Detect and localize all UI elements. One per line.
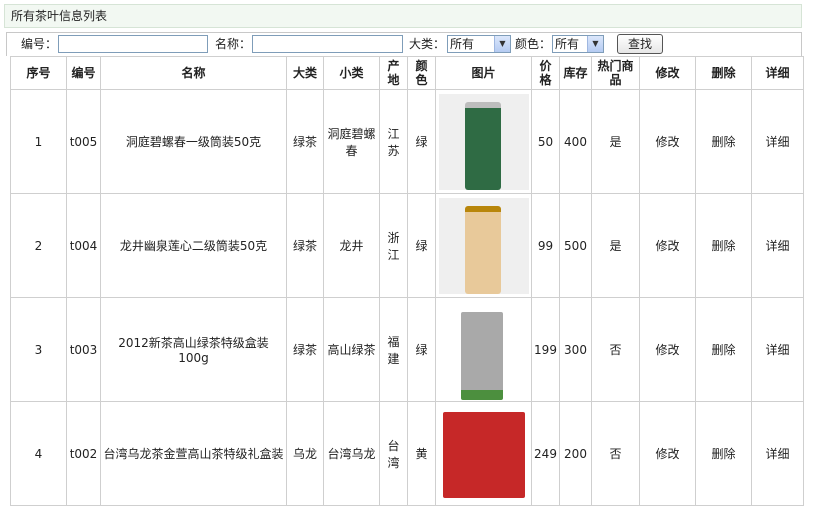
cell-stock: 400 — [559, 89, 592, 194]
table-header-row: 序号 编号 名称 大类 小类 产地 颜色 图片 价格 库存 热门商品 修改 删除… — [10, 56, 804, 90]
name-label: 名称： — [215, 37, 252, 51]
col-hot: 热门商品 — [591, 56, 640, 90]
col-price: 价格 — [531, 56, 560, 90]
chevron-down-icon[interactable]: ▼ — [494, 36, 510, 52]
col-name: 名称 — [100, 56, 287, 90]
cell-hot: 是 — [591, 193, 640, 298]
col-delete: 删除 — [695, 56, 752, 90]
chevron-down-icon[interactable]: ▼ — [587, 36, 603, 52]
tea-box-red-icon — [438, 405, 529, 502]
cell-code: t004 — [66, 193, 101, 298]
cell-subcategory: 高山绿茶 — [323, 297, 380, 402]
cell-category: 绿茶 — [286, 89, 324, 194]
cell-image — [435, 401, 532, 506]
cell-name: 龙井幽泉莲心二级筒装50克 — [100, 193, 287, 298]
cell-origin: 福建 — [379, 297, 408, 402]
cell-subcategory: 龙井 — [323, 193, 380, 298]
tea-can-green-icon — [438, 93, 529, 190]
cell-subcategory: 洞庭碧螺春 — [323, 89, 380, 194]
cell-price: 99 — [531, 193, 560, 298]
cell-name: 洞庭碧螺春一级筒装50克 — [100, 89, 287, 194]
col-category: 大类 — [286, 56, 324, 90]
cell-image — [435, 89, 532, 194]
cell-image — [435, 193, 532, 298]
code-input[interactable] — [58, 35, 208, 53]
detail-link[interactable]: 详细 — [751, 297, 804, 402]
delete-link[interactable]: 删除 — [695, 401, 752, 506]
cell-origin: 浙江 — [379, 193, 408, 298]
color-select[interactable]: 所有 ▼ — [552, 35, 604, 53]
cell-color: 绿 — [407, 297, 436, 402]
col-code: 编号 — [66, 56, 101, 90]
cell-category: 绿茶 — [286, 297, 324, 402]
table-row: 1 t005 洞庭碧螺春一级筒装50克 绿茶 洞庭碧螺春 江苏 绿 50 400… — [10, 89, 804, 194]
cell-image — [435, 297, 532, 402]
edit-link[interactable]: 修改 — [639, 193, 696, 298]
cell-name: 台湾乌龙茶金萱高山茶特级礼盒装 — [100, 401, 287, 506]
cell-color: 黄 — [407, 401, 436, 506]
col-stock: 库存 — [559, 56, 592, 90]
cell-index: 4 — [10, 401, 67, 506]
delete-link[interactable]: 删除 — [695, 193, 752, 298]
cell-hot: 是 — [591, 89, 640, 194]
page-title: 所有茶叶信息列表 — [11, 9, 108, 23]
col-color: 颜色 — [407, 56, 436, 90]
cell-origin: 台湾 — [379, 401, 408, 506]
cell-price: 50 — [531, 89, 560, 194]
detail-link[interactable]: 详细 — [751, 401, 804, 506]
col-detail: 详细 — [751, 56, 804, 90]
detail-link[interactable]: 详细 — [751, 193, 804, 298]
table-row: 2 t004 龙井幽泉莲心二级筒装50克 绿茶 龙井 浙江 绿 99 500 是… — [10, 193, 804, 298]
detail-link[interactable]: 详细 — [751, 89, 804, 194]
cell-name: 2012新茶高山绿茶特级盒装100g — [100, 297, 287, 402]
cell-stock: 300 — [559, 297, 592, 402]
edit-link[interactable]: 修改 — [639, 401, 696, 506]
cell-price: 199 — [531, 297, 560, 402]
cell-category: 绿茶 — [286, 193, 324, 298]
category-label: 大类： — [409, 37, 446, 51]
cell-hot: 否 — [591, 401, 640, 506]
name-input[interactable] — [252, 35, 403, 53]
category-select[interactable]: 所有 ▼ — [447, 35, 511, 53]
table-row: 4 t002 台湾乌龙茶金萱高山茶特级礼盒装 乌龙 台湾乌龙 台湾 黄 249 … — [10, 401, 804, 506]
cell-code: t002 — [66, 401, 101, 506]
cell-hot: 否 — [591, 297, 640, 402]
col-subcategory: 小类 — [323, 56, 380, 90]
col-index: 序号 — [10, 56, 67, 90]
cell-subcategory: 台湾乌龙 — [323, 401, 380, 506]
cell-stock: 500 — [559, 193, 592, 298]
cell-code: t005 — [66, 89, 101, 194]
color-select-value: 所有 — [555, 37, 580, 51]
tea-can-beige-icon — [438, 197, 529, 294]
category-select-value: 所有 — [450, 37, 475, 51]
page-title-bar: 所有茶叶信息列表 — [4, 4, 802, 28]
cell-category: 乌龙 — [286, 401, 324, 506]
cell-index: 3 — [10, 297, 67, 402]
tea-table: 序号 编号 名称 大类 小类 产地 颜色 图片 价格 库存 热门商品 修改 删除… — [10, 56, 804, 506]
cell-stock: 200 — [559, 401, 592, 506]
cell-color: 绿 — [407, 89, 436, 194]
edit-link[interactable]: 修改 — [639, 89, 696, 194]
cell-origin: 江苏 — [379, 89, 408, 194]
cell-index: 2 — [10, 193, 67, 298]
search-button[interactable]: 查找 — [617, 34, 663, 54]
table-row: 3 t003 2012新茶高山绿茶特级盒装100g 绿茶 高山绿茶 福建 绿 1… — [10, 297, 804, 402]
tea-box-silver-icon — [438, 301, 529, 400]
col-edit: 修改 — [639, 56, 696, 90]
cell-code: t003 — [66, 297, 101, 402]
cell-price: 249 — [531, 401, 560, 506]
color-label: 颜色： — [515, 37, 552, 51]
col-image: 图片 — [435, 56, 532, 90]
edit-link[interactable]: 修改 — [639, 297, 696, 402]
delete-link[interactable]: 删除 — [695, 89, 752, 194]
search-bar: 编号： 名称： 大类： 所有 ▼ 颜色： 所有 ▼ 查找 — [6, 32, 802, 56]
cell-index: 1 — [10, 89, 67, 194]
delete-link[interactable]: 删除 — [695, 297, 752, 402]
col-origin: 产地 — [379, 56, 408, 90]
cell-color: 绿 — [407, 193, 436, 298]
code-label: 编号： — [21, 37, 58, 51]
